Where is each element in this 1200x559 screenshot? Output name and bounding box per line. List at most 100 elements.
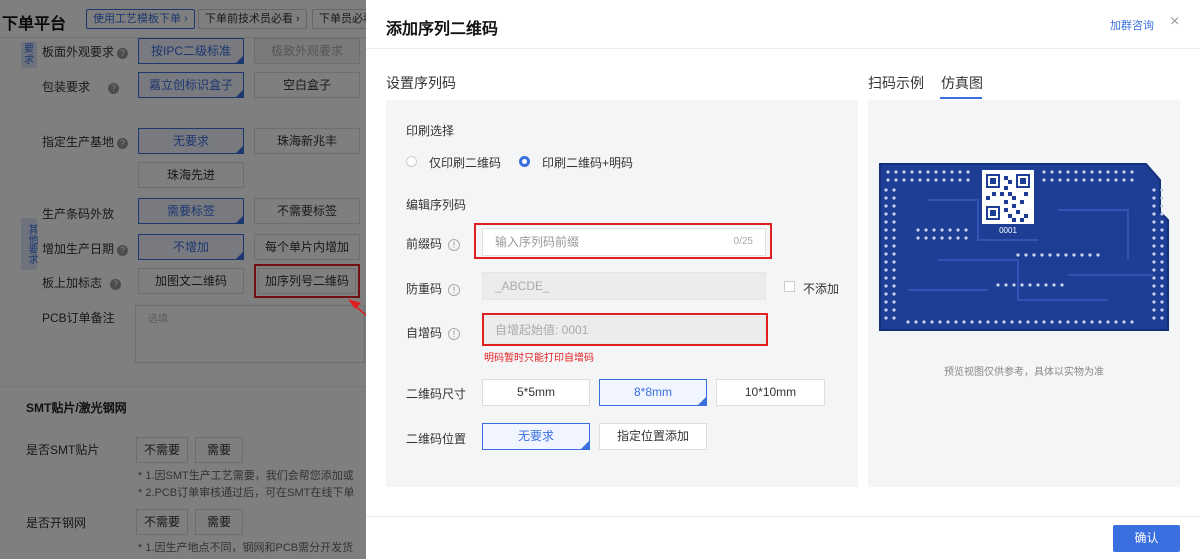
pcb-pad (1060, 283, 1064, 287)
pcb-pad (894, 170, 898, 174)
pcb-pad (892, 268, 896, 272)
pcb-pad (892, 212, 896, 216)
qr-code-mark (982, 170, 1034, 224)
pcb-pad (922, 320, 926, 324)
qr-position-specify[interactable]: 指定位置添加 (599, 423, 707, 450)
join-group-link[interactable]: 加群咨询 (1110, 17, 1154, 33)
pcb-pad (886, 170, 890, 174)
radio-qr-only-label[interactable]: 仅印刷二维码 (429, 154, 501, 171)
qr-position-none[interactable]: 无要求 (482, 423, 590, 450)
pcb-pad (1024, 253, 1028, 257)
increment-label: 自增码! (406, 324, 461, 341)
radio-qr-plus-text[interactable] (519, 156, 530, 167)
pcb-pad (924, 236, 928, 240)
pcb-pad (884, 236, 888, 240)
pcb-pad (1036, 283, 1040, 287)
radio-qr-plus-text-label[interactable]: 印刷二维码+明码 (542, 154, 633, 171)
pcb-pad (1098, 320, 1102, 324)
qr-cell (990, 178, 996, 184)
pcb-pad (1160, 188, 1164, 192)
tab-simulation[interactable]: 仿真图 (941, 73, 983, 93)
pcb-pad (930, 320, 934, 324)
pcb-pad (938, 320, 942, 324)
pcb-pad (1074, 320, 1078, 324)
qr-cell (1008, 214, 1012, 218)
pcb-pad (1152, 212, 1156, 216)
pcb-pad (1050, 178, 1054, 182)
pcb-pad (956, 236, 960, 240)
pcb-pad (1082, 170, 1086, 174)
pcb-pad (1130, 170, 1134, 174)
pcb-pad (1026, 320, 1030, 324)
pcb-pad (918, 170, 922, 174)
qr-position-label: 二维码位置 (406, 432, 467, 446)
confirm-button[interactable]: 确认 (1113, 525, 1180, 552)
pcb-preview-image: 0001 (879, 163, 1169, 331)
pcb-pad (1152, 196, 1156, 200)
qr-cell (990, 210, 996, 216)
qr-size-8mm[interactable]: 8*8mm (599, 379, 707, 406)
pcb-pad (1152, 244, 1156, 248)
pcb-pad (1048, 253, 1052, 257)
pcb-pad (964, 228, 968, 232)
pcb-pad (1114, 178, 1118, 182)
edit-serial-label: 编辑序列码 (406, 198, 467, 212)
dedupe-info-icon[interactable]: ! (448, 284, 461, 296)
qr-cell (1004, 176, 1008, 180)
pcb-pad (958, 178, 962, 182)
qr-cell (1020, 178, 1026, 184)
form-panel: 印刷选择 仅印刷二维码 印刷二维码+明码 编辑序列码 前缀码! 输入序列码前缀 … (386, 100, 858, 487)
qr-size-5mm[interactable]: 5*5mm (482, 379, 590, 406)
pcb-pad (1064, 253, 1068, 257)
tab-scan-example[interactable]: 扫码示例 (868, 73, 924, 93)
preview-caption: 预览视图仅供参考，具体以实物为准 (944, 367, 1104, 378)
pcb-pad (1152, 308, 1156, 312)
pcb-pad (892, 292, 896, 296)
pcb-pad (1018, 320, 1022, 324)
pcb-pad (1058, 170, 1062, 174)
pcb-pad (942, 178, 946, 182)
close-icon[interactable]: × (1170, 13, 1179, 31)
pcb-pad (1114, 320, 1118, 324)
qr-cell (1012, 204, 1016, 208)
pcb-pad (934, 170, 938, 174)
pcb-pad (892, 300, 896, 304)
pcb-pad (948, 236, 952, 240)
pcb-pad (924, 228, 928, 232)
qr-size-10mm[interactable]: 10*10mm (716, 379, 825, 406)
pcb-serial-text: 0001 (999, 226, 1017, 235)
no-dedupe-label[interactable]: 不添加 (803, 280, 839, 297)
pcb-pad (1152, 228, 1156, 232)
radio-qr-only[interactable] (406, 156, 417, 167)
pcb-pad (1160, 196, 1164, 200)
pcb-pad (1096, 253, 1100, 257)
pcb-pad (892, 196, 896, 200)
pcb-pad (892, 244, 896, 248)
pcb-pad (1106, 170, 1110, 174)
pcb-pad (1020, 283, 1024, 287)
qr-cell (1024, 192, 1028, 196)
pcb-pad (966, 170, 970, 174)
pcb-pad (996, 283, 1000, 287)
pcb-pad (884, 292, 888, 296)
pcb-pad (884, 228, 888, 232)
pcb-pad (1152, 188, 1156, 192)
pcb-pad (1042, 178, 1046, 182)
pcb-pad (1152, 284, 1156, 288)
pcb-pad (894, 178, 898, 182)
pcb-pad (914, 320, 918, 324)
prefix-info-icon[interactable]: ! (448, 239, 461, 251)
no-dedupe-checkbox[interactable] (784, 281, 795, 292)
pcb-pad (946, 320, 950, 324)
print-choice-label: 印刷选择 (406, 124, 455, 138)
pcb-pad (1066, 320, 1070, 324)
pcb-pad (1010, 320, 1014, 324)
qr-cell (1012, 218, 1016, 222)
pcb-pad (1042, 320, 1046, 324)
pcb-pad (916, 236, 920, 240)
pcb-pad (1074, 170, 1078, 174)
qr-cell (1020, 218, 1024, 222)
pcb-pad (1160, 236, 1164, 240)
increment-highlight (482, 313, 768, 346)
increment-info-icon[interactable]: ! (448, 328, 461, 340)
